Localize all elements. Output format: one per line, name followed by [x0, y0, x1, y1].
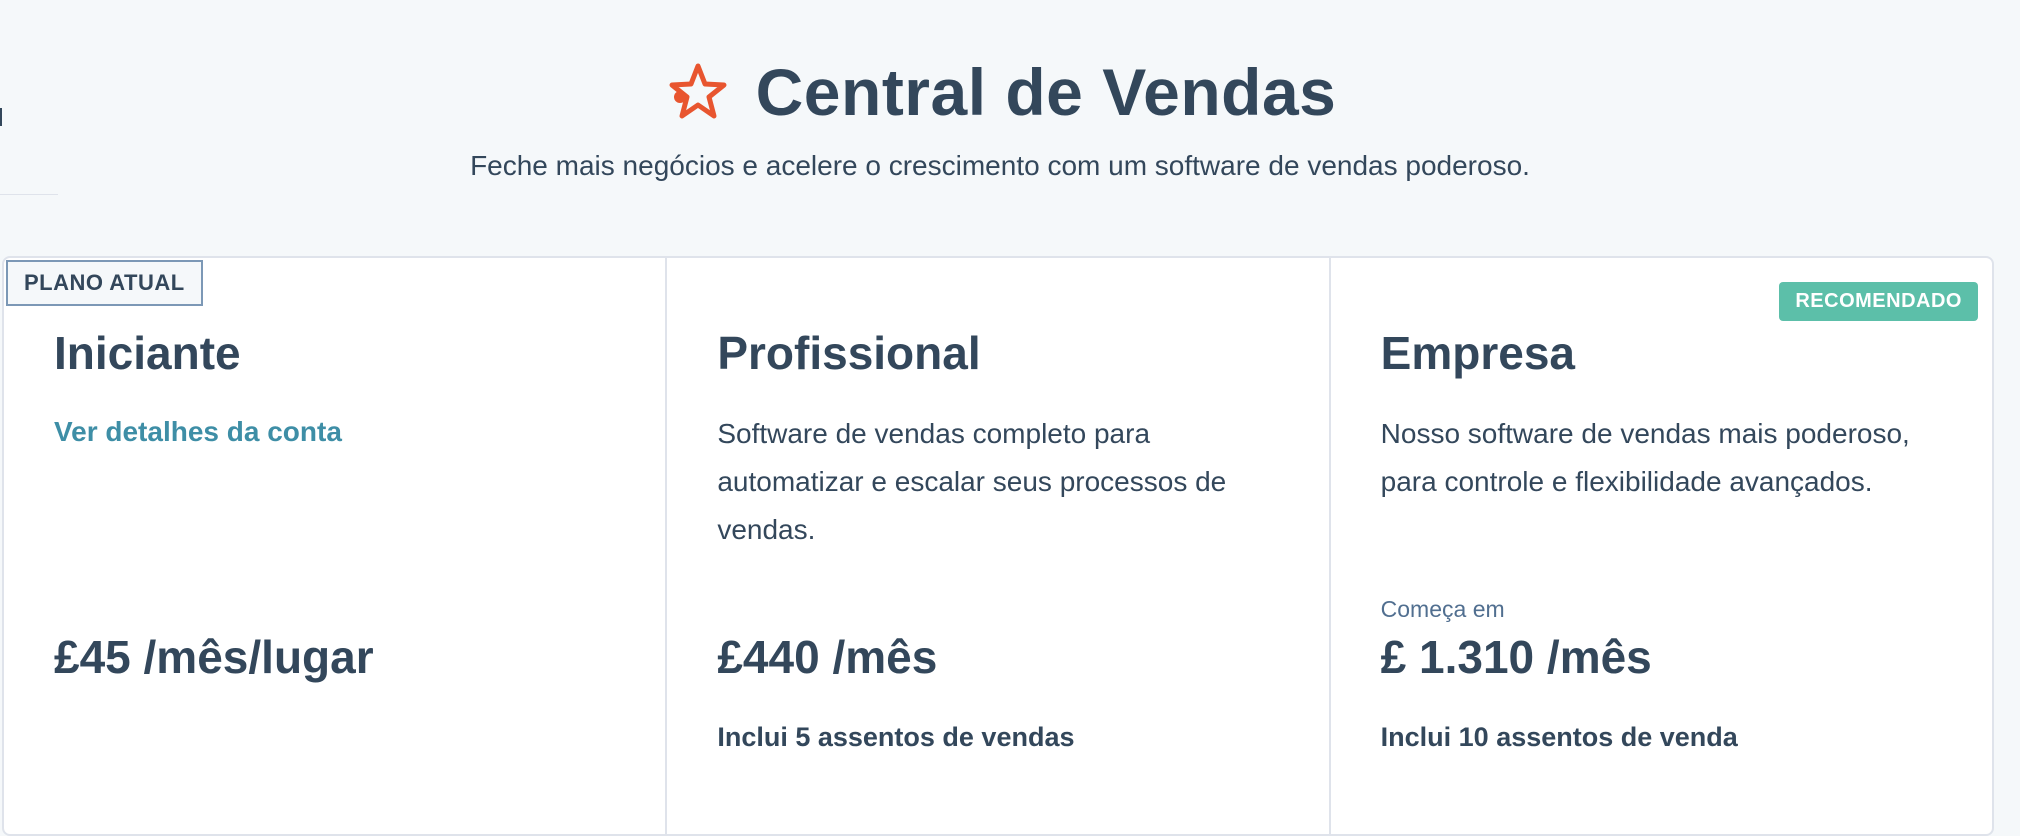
plans-table: PLANO ATUAL Iniciante Ver detalhes da co… [2, 256, 1994, 836]
plan-name: Empresa [1380, 327, 1575, 379]
plan-description: Software de vendas completo para automat… [717, 418, 1227, 545]
plan-card-enterprise: RECOMENDADO Empresa Nosso software de ve… [1331, 258, 1992, 834]
hub-star-icon [669, 63, 727, 119]
starts-at-label: Começa em [1380, 596, 1505, 622]
plan-seats: Inclui 10 assentos de venda [1380, 722, 1738, 752]
plan-seats: Inclui 5 assentos de vendas [717, 722, 1075, 752]
plan-description: Nosso software de vendas mais poderoso, … [1380, 418, 1910, 497]
plan-name: Profissional [717, 327, 981, 379]
plan-price: £45 /mês/lugar [54, 631, 374, 683]
page-title: Central de Vendas [755, 55, 1337, 129]
account-details-link[interactable]: Ver detalhes da conta [54, 416, 342, 448]
recommended-badge: RECOMENDADO [1779, 282, 1978, 321]
plan-price: £440 /mês [717, 631, 938, 683]
page-subtitle: Feche mais negócios e acelere o crescime… [470, 150, 1530, 181]
left-edge-divider [0, 194, 58, 195]
plan-card-professional: Profissional Software de vendas completo… [667, 258, 1331, 834]
hub-header: Central de Vendas [0, 52, 2000, 132]
current-plan-badge: PLANO ATUAL [6, 260, 203, 306]
plan-card-starter: PLANO ATUAL Iniciante Ver detalhes da co… [4, 258, 668, 834]
plan-price: £ 1.310 /mês [1380, 631, 1652, 683]
plan-name: Iniciante [54, 327, 241, 379]
